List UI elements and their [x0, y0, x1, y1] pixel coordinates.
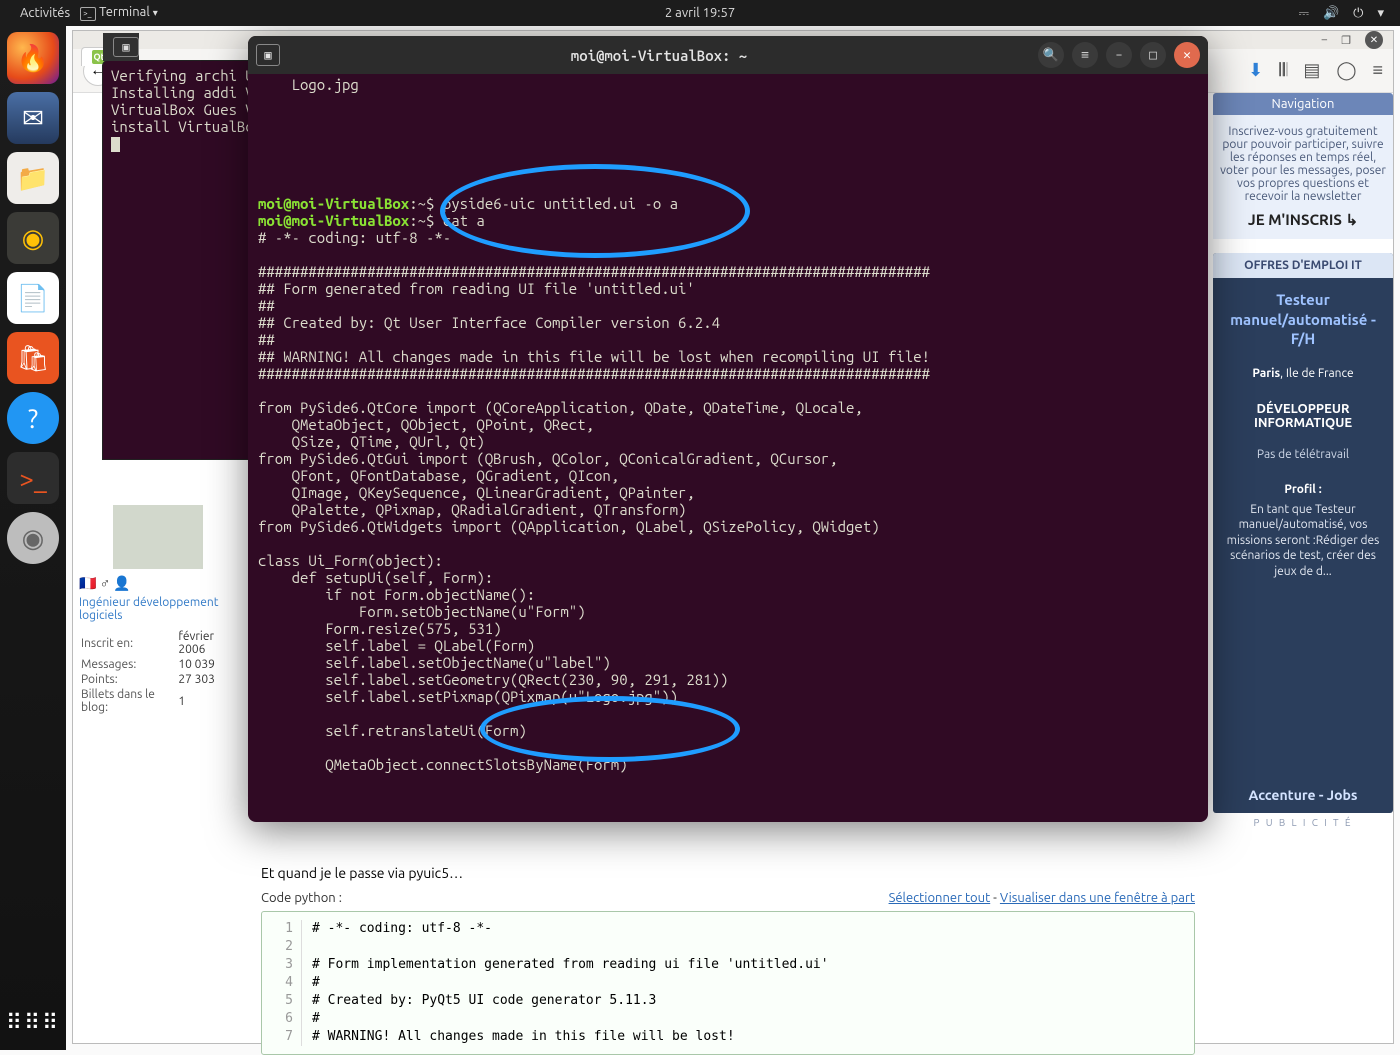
job-role: DÉVELOPPEUR INFORMATIQUE	[1219, 402, 1387, 430]
gnome-topbar: Activités >_ Terminal 2 avril 19:57 ⎓ 🔊 …	[0, 0, 1400, 26]
dock-terminal[interactable]: >_	[7, 452, 59, 504]
activities-button[interactable]: Activités	[20, 6, 70, 20]
jobs-heading: OFFRES D'EMPLOI IT	[1213, 253, 1393, 278]
window-maximize[interactable]: □	[1140, 42, 1166, 68]
terminal-icon: >_	[80, 7, 96, 21]
account-icon[interactable]: ◯	[1336, 60, 1356, 81]
dock-disc[interactable]: ◉	[7, 512, 59, 564]
job-title: Testeur manuel/automatisé - F/H	[1219, 290, 1387, 349]
power-icon[interactable]: ⏻	[1353, 6, 1363, 21]
window-close[interactable]: ✕	[1174, 42, 1200, 68]
search-icon[interactable]: 🔍	[1038, 42, 1064, 68]
profile-stats: Inscrit en:février 2006 Messages:10 039 …	[79, 628, 237, 716]
window-minimize[interactable]: –	[1322, 34, 1327, 46]
terminal-title: moi@moi-VirtualBox: ~	[288, 47, 1030, 64]
app-menu-label: Terminal	[99, 5, 150, 19]
dock-firefox[interactable]: 🔥	[7, 32, 59, 84]
window-minimize[interactable]: –	[1106, 42, 1132, 68]
dock-help[interactable]: ?	[7, 392, 59, 444]
jobs-panel[interactable]: OFFRES D'EMPLOI IT Testeur manuel/automa…	[1213, 253, 1393, 813]
downloads-icon[interactable]: ⬇	[1248, 60, 1263, 81]
clock[interactable]: 2 avril 19:57	[665, 6, 735, 20]
dock-thunderbird[interactable]: ✉	[7, 92, 59, 144]
volume-icon[interactable]: 🔊	[1323, 6, 1339, 21]
select-all-link[interactable]: Sélectionner tout	[889, 891, 991, 905]
forum-sidebar: Navigation Inscrivez-vous gratuitement p…	[1213, 93, 1393, 1043]
menu-icon[interactable]: ≡	[1372, 60, 1383, 81]
job-desc: En tant que Testeur manuel/automatisé, v…	[1219, 502, 1387, 580]
table-row: Points:27 303	[81, 673, 235, 686]
library-icon[interactable]: 𝄃𝄃	[1279, 60, 1287, 81]
terminal-body[interactable]: Logo.jpg moi@moi-VirtualBox:~$ pyside6-u…	[248, 74, 1208, 822]
profile-role: Ingénieur développement logiciels	[79, 596, 237, 622]
ad-label: P U B L I C I T É	[1213, 817, 1393, 828]
code-box[interactable]: 1234567 # -*- coding: utf-8 -*-# Form im…	[261, 911, 1195, 1055]
job-location: Paris, Ile de France	[1219, 367, 1387, 380]
code-label: Code python :	[261, 891, 342, 905]
post-paragraph: Et quand je le passe via pyuic5…	[261, 865, 1195, 881]
terminal-window[interactable]: ▣ moi@moi-VirtualBox: ~ 🔍 ≡ – □ ✕ Logo.j…	[248, 36, 1208, 822]
new-tab-icon[interactable]: ▣	[113, 37, 139, 57]
system-menu-caret-icon[interactable]: ▾	[1377, 6, 1384, 21]
signup-button[interactable]: JE M'INSCRIS ↳	[1219, 211, 1387, 229]
code-gutter: 1234567	[262, 920, 302, 1046]
reader-icon[interactable]: ▤	[1303, 60, 1320, 81]
code-lines: # -*- coding: utf-8 -*-# Form implementa…	[312, 920, 829, 1046]
new-tab-icon[interactable]: ▣	[256, 44, 280, 66]
nav-text: Inscrivez-vous gratuitement pour pouvoir…	[1219, 125, 1387, 203]
dock-show-apps[interactable]: ⠿⠿⠿	[6, 1010, 60, 1036]
avatar	[113, 505, 203, 569]
nav-heading: Navigation	[1213, 93, 1393, 115]
nav-panel: Navigation Inscrivez-vous gratuitement p…	[1213, 93, 1393, 239]
dock-writer[interactable]: 📄	[7, 272, 59, 324]
view-in-window-link[interactable]: Visualiser dans une fenêtre à part	[1000, 891, 1195, 905]
hamburger-icon[interactable]: ≡	[1072, 42, 1098, 68]
table-row: Messages:10 039	[81, 658, 235, 671]
dock-rhythmbox[interactable]: ◉	[7, 212, 59, 264]
window-maximize[interactable]: ❐	[1341, 34, 1351, 47]
job-company: Accenture - Jobs	[1213, 787, 1393, 803]
cursor	[111, 137, 120, 152]
dock: 🔥 ✉ 📁 ◉ 📄 🛍 ? >_ ◉ ⠿⠿⠿	[0, 26, 66, 1050]
network-icon[interactable]: ⎓	[1299, 6, 1309, 21]
terminal-titlebar: ▣ moi@moi-VirtualBox: ~ 🔍 ≡ – □ ✕	[248, 36, 1208, 74]
dock-software[interactable]: 🛍	[7, 332, 59, 384]
dock-files[interactable]: 📁	[7, 152, 59, 204]
profile-badges: 🇫🇷 ♂ 👤	[79, 575, 237, 592]
job-profile-label: Profil :	[1219, 483, 1387, 496]
table-row: Inscrit en:février 2006	[81, 630, 235, 656]
app-menu[interactable]: >_ Terminal	[80, 5, 158, 21]
table-row: Billets dans le blog:1	[81, 688, 235, 714]
job-remote: Pas de télétravail	[1219, 448, 1387, 461]
window-close[interactable]: ✕	[1365, 31, 1383, 49]
background-terminal-titlebar: ▣	[103, 33, 139, 61]
